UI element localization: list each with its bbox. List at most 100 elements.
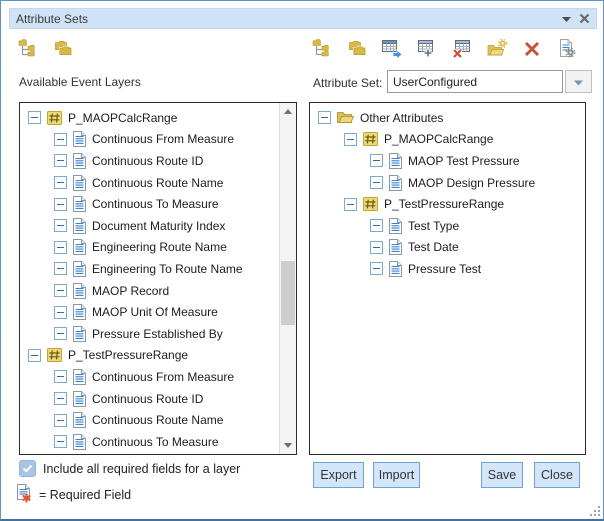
field-icon <box>73 369 86 385</box>
collapse-toggle[interactable] <box>54 306 67 319</box>
export-button[interactable]: Export <box>313 462 364 488</box>
field-icon <box>389 218 402 234</box>
collapse-toggle[interactable] <box>370 262 383 275</box>
new-attribute-set-button[interactable] <box>486 37 508 59</box>
close-button[interactable]: Close <box>534 462 580 488</box>
attribute-set-dropdown-button[interactable] <box>565 70 592 93</box>
collapse-toggle[interactable] <box>370 219 383 232</box>
tree-item[interactable]: Continuous Route Name <box>20 409 279 431</box>
collapse-dialog-icon[interactable] <box>557 10 575 27</box>
collapse-toggle[interactable] <box>54 262 67 275</box>
folder-icon <box>337 111 354 124</box>
tree-item[interactable]: Test Date <box>310 237 585 259</box>
tree-item[interactable]: Continuous From Measure <box>20 366 279 388</box>
collapse-toggle[interactable] <box>54 392 67 405</box>
tree-item[interactable]: Continuous To Measure <box>20 431 279 453</box>
field-icon <box>73 261 86 277</box>
titlebar[interactable]: Attribute Sets <box>9 8 597 29</box>
field-icon <box>73 239 86 255</box>
tree-item[interactable]: P_TestPressureRange <box>310 193 585 215</box>
collapse-toggle[interactable] <box>370 176 383 189</box>
field-icon <box>73 304 86 320</box>
delete-button[interactable] <box>521 37 543 59</box>
attribute-set-combobox[interactable]: UserConfigured <box>387 70 563 93</box>
collapse-toggle[interactable] <box>54 176 67 189</box>
scrollbar-down-button[interactable] <box>280 437 296 454</box>
properties-button[interactable] <box>556 37 578 59</box>
field-icon <box>389 153 402 169</box>
scrollbar-up-button[interactable] <box>280 103 296 120</box>
tree-item[interactable]: P_MAOPCalcRange <box>310 129 585 151</box>
tree-folders-icon <box>18 39 39 58</box>
tree-item[interactable]: P_TestPressureRange <box>20 345 279 367</box>
collapse-toggle[interactable] <box>318 111 331 124</box>
tree-item[interactable]: Pressure Test <box>310 258 585 280</box>
open-folders-button[interactable] <box>346 37 368 59</box>
tree-item[interactable]: Continuous Route ID <box>20 388 279 410</box>
include-required-fields-checkbox[interactable] <box>19 460 36 477</box>
collapse-toggle[interactable] <box>28 349 41 362</box>
tree-item-label: Engineering Route Name <box>92 240 227 254</box>
tree-item[interactable]: MAOP Test Pressure <box>310 150 585 172</box>
tree-item-label: Document Maturity Index <box>92 219 225 233</box>
close-icon[interactable] <box>575 10 593 27</box>
tree-item[interactable]: Pressure Established By <box>20 323 279 345</box>
red-x-icon <box>522 39 543 58</box>
collapse-toggle[interactable] <box>28 111 41 124</box>
add-event-layers-button[interactable] <box>311 37 333 59</box>
collapse-toggle[interactable] <box>344 133 357 146</box>
remove-table-button[interactable] <box>451 37 473 59</box>
resize-grip[interactable] <box>590 506 601 517</box>
tree-item[interactable]: Continuous Route Name <box>20 172 279 194</box>
tree-item[interactable]: Engineering To Route Name <box>20 258 279 280</box>
collapse-toggle[interactable] <box>54 414 67 427</box>
tree-item[interactable]: Document Maturity Index <box>20 215 279 237</box>
collapse-toggle[interactable] <box>344 198 357 211</box>
tree-item-label: Test Type <box>408 219 459 233</box>
tree-item-label: Continuous To Measure <box>92 435 219 449</box>
folder-gear-icon <box>487 39 508 58</box>
collapse-toggle[interactable] <box>370 241 383 254</box>
collapse-toggle[interactable] <box>54 284 67 297</box>
tree-item[interactable]: Engineering Route Name <box>20 237 279 259</box>
event-layer-icon <box>47 111 62 125</box>
tree-item[interactable]: Continuous Route ID <box>20 150 279 172</box>
tree-item[interactable]: Other Attributes <box>310 107 585 129</box>
field-icon <box>73 175 86 191</box>
collapse-toggle[interactable] <box>54 219 67 232</box>
scrollbar[interactable] <box>279 103 296 454</box>
tree-item[interactable]: MAOP Design Pressure <box>310 172 585 194</box>
collapse-toggle[interactable] <box>54 133 67 146</box>
add-event-layers-button[interactable] <box>17 37 39 59</box>
scrollbar-thumb[interactable] <box>281 261 295 325</box>
tree-item-label: Continuous From Measure <box>92 370 234 384</box>
field-icon <box>73 131 86 147</box>
table-x-icon <box>452 39 473 58</box>
collapse-toggle[interactable] <box>54 370 67 383</box>
collapse-toggle[interactable] <box>370 154 383 167</box>
field-icon <box>73 434 86 450</box>
tree-item[interactable]: MAOP Record <box>20 280 279 302</box>
collapse-toggle[interactable] <box>54 241 67 254</box>
collapse-toggle[interactable] <box>54 154 67 167</box>
field-icon <box>73 153 86 169</box>
tree-item-label: P_MAOPCalcRange <box>68 111 177 125</box>
tree-item[interactable]: Continuous To Measure <box>20 193 279 215</box>
chevron-down-icon <box>574 73 583 91</box>
tree-item[interactable]: Continuous From Measure <box>20 129 279 151</box>
folders-icon <box>53 39 74 58</box>
collapse-toggle[interactable] <box>54 435 67 448</box>
tree-item[interactable]: MAOP Unit Of Measure <box>20 301 279 323</box>
open-folders-button[interactable] <box>52 37 74 59</box>
attribute-set-label: Attribute Set: <box>313 76 382 90</box>
collapse-toggle[interactable] <box>54 327 67 340</box>
collapse-toggle[interactable] <box>54 198 67 211</box>
attribute-sets-dialog: Attribute Sets <box>0 0 604 521</box>
export-table-button[interactable] <box>381 37 403 59</box>
add-table-button[interactable] <box>416 37 438 59</box>
include-required-fields-label: Include all required fields for a layer <box>43 462 240 476</box>
import-button[interactable]: Import <box>373 462 420 488</box>
tree-item[interactable]: P_MAOPCalcRange <box>20 107 279 129</box>
save-button[interactable]: Save <box>481 462 523 488</box>
tree-item[interactable]: Test Type <box>310 215 585 237</box>
